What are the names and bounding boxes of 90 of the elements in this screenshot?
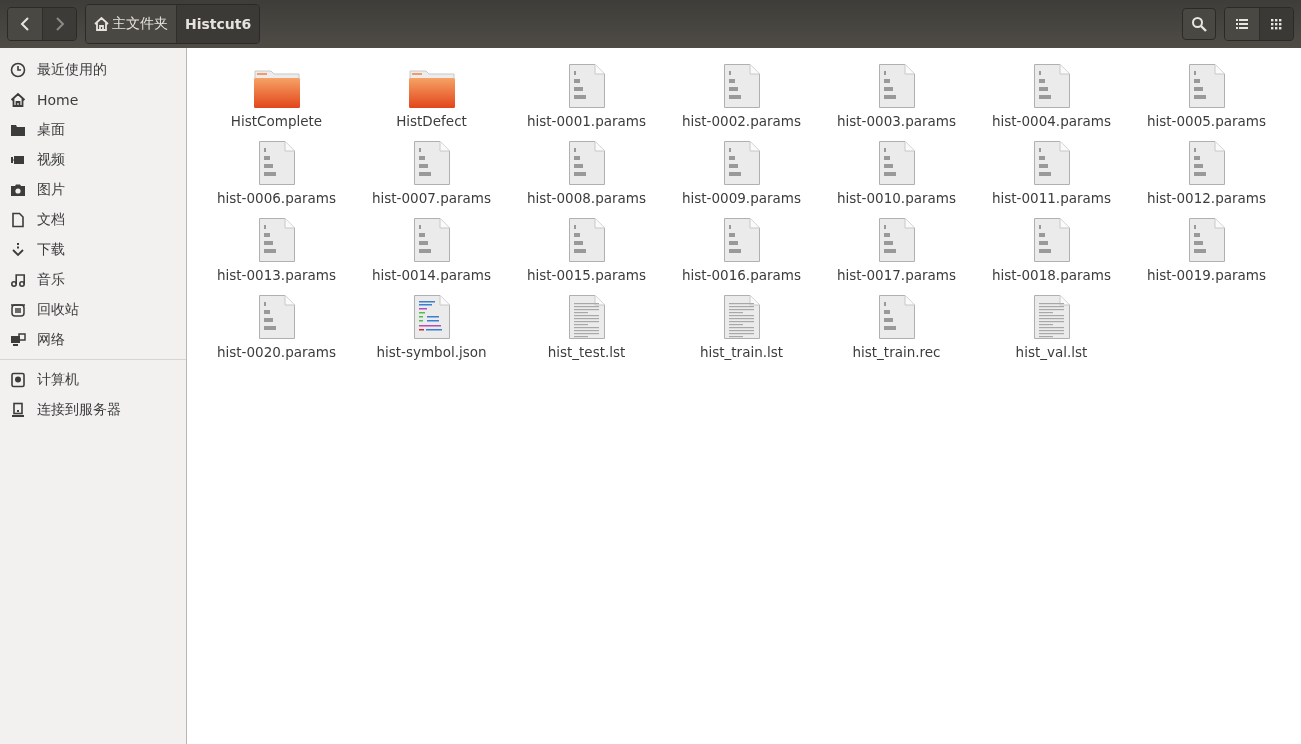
file-item[interactable]: hist-0006.params [199,132,354,209]
computer-icon [10,372,26,388]
binary-file-icon [256,217,297,263]
chevron-left-icon [20,17,30,31]
sidebar-item[interactable]: 视频 [0,145,186,175]
sidebar-item[interactable]: 最近使用的 [0,55,186,85]
file-item[interactable]: hist_train.rec [819,286,974,363]
file-item[interactable]: hist-0005.params [1129,55,1284,132]
binary-file-icon [256,294,297,340]
grid-view-button[interactable] [1259,8,1293,40]
sidebar-item[interactable]: 计算机 [0,365,186,395]
recent-icon [10,62,26,78]
binary-file-icon [876,294,917,340]
file-item[interactable]: hist-0014.params [354,209,509,286]
sidebar-item[interactable]: Home [0,85,186,115]
file-item[interactable]: hist-0009.params [664,132,819,209]
folder-icon [252,69,301,109]
text-file-icon [566,294,607,340]
picture-icon [10,182,26,198]
binary-file-icon [876,140,917,186]
file-item[interactable]: hist-0015.params [509,209,664,286]
file-item[interactable]: HistDefect [354,55,509,132]
text-file-icon [721,294,762,340]
sidebar-item[interactable]: 连接到服务器 [0,395,186,425]
file-item[interactable]: hist_train.lst [664,286,819,363]
binary-file-icon [1031,63,1072,109]
download-icon [10,242,26,258]
binary-file-icon [566,63,607,109]
file-item[interactable]: hist-0019.params [1129,209,1284,286]
home-icon [94,17,109,31]
binary-file-icon [566,140,607,186]
file-item[interactable]: hist-0004.params [974,55,1129,132]
trash-icon [10,302,26,318]
binary-file-icon [1031,140,1072,186]
breadcrumb-button[interactable]: Histcut6 [176,5,260,43]
sidebar-item[interactable]: 音乐 [0,265,186,295]
music-icon [10,272,26,288]
file-item[interactable]: HistComplete [199,55,354,132]
file-item[interactable]: hist-0020.params [199,286,354,363]
list-icon [1236,19,1248,29]
server-icon [10,402,26,418]
binary-file-icon [411,217,452,263]
binary-file-icon [1031,217,1072,263]
binary-file-icon [1186,63,1227,109]
binary-file-icon [721,217,762,263]
sidebar-item[interactable]: 回收站 [0,295,186,325]
file-item[interactable]: hist-0013.params [199,209,354,286]
folder-icon [407,69,456,109]
text-file-icon [1031,294,1072,340]
binary-file-icon [876,217,917,263]
file-item[interactable]: hist-0008.params [509,132,664,209]
binary-file-icon [411,140,452,186]
file-item[interactable]: hist-symbol.json [354,286,509,363]
binary-file-icon [256,140,297,186]
binary-file-icon [1186,140,1227,186]
sidebar-item[interactable]: 图片 [0,175,186,205]
binary-file-icon [721,63,762,109]
file-item[interactable]: hist-0011.params [974,132,1129,209]
file-item[interactable]: hist-0007.params [354,132,509,209]
chevron-right-icon [54,17,65,31]
desktop-icon [10,122,26,138]
file-item[interactable]: hist-0010.params [819,132,974,209]
file-item[interactable]: hist-0012.params [1129,132,1284,209]
forward-button[interactable] [42,8,76,40]
breadcrumb-button[interactable]: 主文件夹 [86,5,176,43]
sidebar-item[interactable]: 网络 [0,325,186,355]
home-icon [10,92,26,108]
search-icon [1191,16,1207,32]
file-item[interactable]: hist-0017.params [819,209,974,286]
file-item[interactable]: hist-0003.params [819,55,974,132]
binary-file-icon [1186,217,1227,263]
file-item[interactable]: hist-0002.params [664,55,819,132]
sidebar-item[interactable]: 文档 [0,205,186,235]
file-item[interactable]: hist_test.lst [509,286,664,363]
binary-file-icon [721,140,762,186]
document-icon [10,212,26,228]
file-item[interactable]: hist_val.lst [974,286,1129,363]
grid-icon [1271,18,1282,30]
list-view-button[interactable] [1225,8,1259,40]
code-file-icon [411,294,452,340]
sidebar-item[interactable]: 下载 [0,235,186,265]
network-icon [10,332,26,348]
search-button[interactable] [1182,8,1216,40]
file-item[interactable]: hist-0018.params [974,209,1129,286]
sidebar-item[interactable]: 桌面 [0,115,186,145]
binary-file-icon [566,217,607,263]
file-item[interactable]: hist-0016.params [664,209,819,286]
binary-file-icon [876,63,917,109]
back-button[interactable] [8,8,42,40]
file-item[interactable]: hist-0001.params [509,55,664,132]
